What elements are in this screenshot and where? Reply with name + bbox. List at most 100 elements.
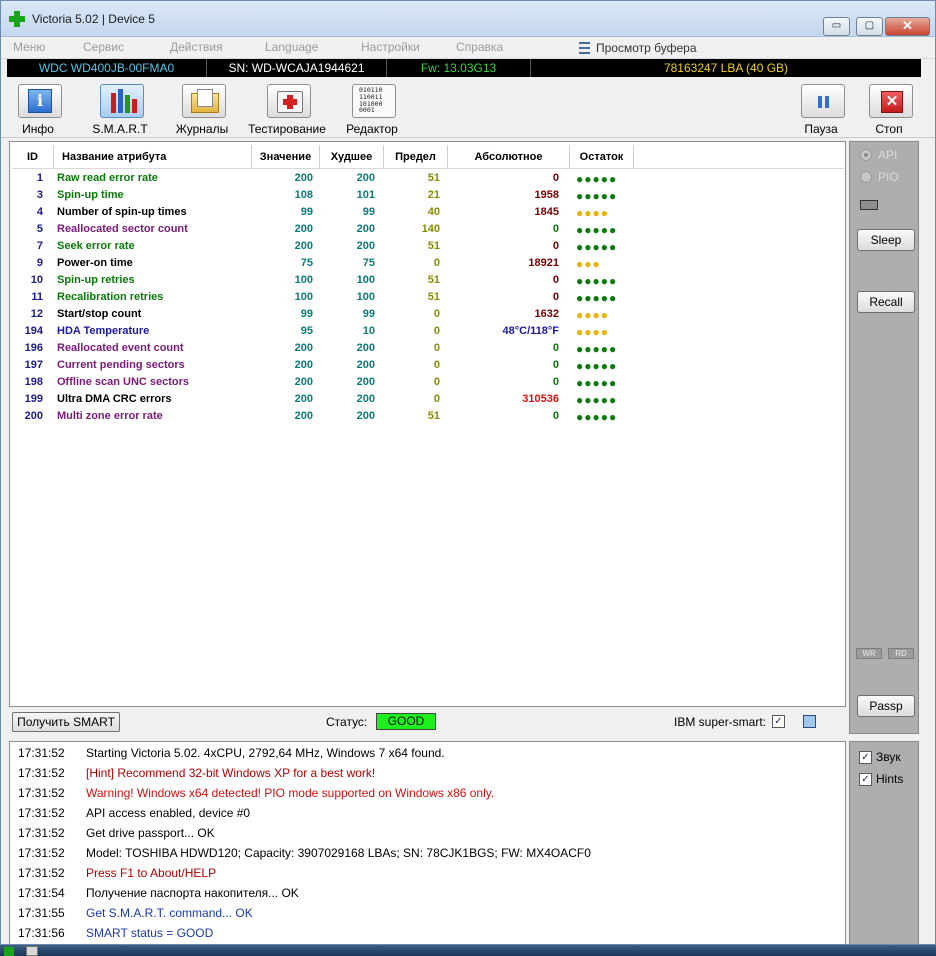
smart-row[interactable]: 10 Spin-up retries 100 100 51 0 ●●●●● <box>10 272 842 289</box>
smart-row[interactable]: 3 Spin-up time 108 101 21 1958 ●●●●● <box>10 187 842 204</box>
smart-cell-id: 10 <box>30 274 43 286</box>
smart-cell-raw: 18921 <box>528 257 559 269</box>
first-aid-kit-icon <box>267 84 311 118</box>
maximize-button[interactable]: ▢ <box>856 17 883 36</box>
log-time: 17:31:52 <box>18 806 65 820</box>
smart-cell-value: 100 <box>294 291 313 303</box>
smart-cell-worst: 200 <box>356 393 375 405</box>
smart-row[interactable]: 5 Reallocated sector count 200 200 140 0 ●●●●● <box>10 221 842 238</box>
smart-row[interactable]: 11 Recalibration retries 100 100 51 0 ●●●●● <box>10 289 842 306</box>
smart-cell-dots: ●●●●● <box>576 393 618 407</box>
sound-checkbox[interactable]: ✓ <box>859 751 872 764</box>
smart-row[interactable]: 196 Reallocated event count 200 200 0 0 ●●●●● <box>10 340 842 357</box>
testing-button[interactable]: Тестирование <box>247 82 327 136</box>
stop-icon: ✕ <box>869 84 913 118</box>
smart-cell-threshold: 51 <box>427 410 440 422</box>
title-bar[interactable]: Victoria 5.02 | Device 5 ▭ ▢ ✕ <box>1 1 935 37</box>
smart-cell-raw: 1958 <box>534 189 559 201</box>
smart-button[interactable]: S.M.A.R.T <box>80 82 160 136</box>
log-time: 17:31:52 <box>18 786 65 800</box>
taskbar <box>0 945 936 956</box>
smart-cell-raw: 310536 <box>522 393 559 405</box>
minimize-button[interactable]: ▭ <box>823 17 850 36</box>
pio-radio[interactable] <box>860 171 872 183</box>
smart-cell-dots: ●●●●● <box>576 223 618 237</box>
api-radio[interactable] <box>860 149 872 161</box>
smart-row[interactable]: 194 HDA Temperature 95 10 0 48°C/118°F ●●●● <box>10 323 842 340</box>
log-panel[interactable]: 17:31:52 Starting Victoria 5.02. 4xCPU, 2… <box>9 741 846 944</box>
smart-cell-dots: ●●●● <box>576 308 609 322</box>
sound-label: Звук <box>876 750 901 764</box>
smart-cell-raw: 0 <box>552 274 559 286</box>
smart-row[interactable]: 199 Ultra DMA CRC errors 200 200 0 310536 ●●●●… <box>10 391 842 408</box>
menu-settings[interactable]: Настройки <box>361 40 420 54</box>
taskbar-button[interactable] <box>26 946 38 956</box>
menu-buffer-view[interactable]: Просмотр буфера <box>596 41 697 55</box>
smart-cell-name: Power-on time <box>57 257 133 269</box>
smart-cell-worst: 200 <box>356 240 375 252</box>
col-value[interactable]: Значение <box>252 145 320 169</box>
stop-button[interactable]: ✕ Стоп <box>849 82 929 136</box>
smart-cell-id: 12 <box>30 308 43 320</box>
passp-button[interactable]: Passp <box>857 695 915 717</box>
api-label: API <box>878 148 898 162</box>
taskbar-victoria-icon[interactable] <box>4 947 14 956</box>
col-id[interactable]: ID <box>12 145 54 169</box>
col-remaining[interactable]: Остаток <box>570 145 634 169</box>
menu-language[interactable]: Language <box>265 40 318 54</box>
journals-button[interactable]: Журналы <box>162 82 242 136</box>
smart-cell-threshold: 0 <box>433 376 440 388</box>
info-button[interactable]: i Инфо <box>1 82 78 136</box>
buffer-list-icon[interactable] <box>579 42 590 54</box>
log-time: 17:31:55 <box>18 906 65 920</box>
smart-table-panel: ID Название атрибута Значение Худшее Пре… <box>9 141 846 707</box>
smart-row[interactable]: 197 Current pending sectors 200 200 0 0 ●●●●● <box>10 357 842 374</box>
col-threshold[interactable]: Предел <box>384 145 448 169</box>
smart-cell-raw: 0 <box>552 291 559 303</box>
smart-cell-raw: 1845 <box>534 206 559 218</box>
smart-cell-raw: 0 <box>552 410 559 422</box>
smart-cell-worst: 200 <box>356 172 375 184</box>
smart-cell-raw: 0 <box>552 376 559 388</box>
menu-help[interactable]: Справка <box>456 40 503 54</box>
menu-actions[interactable]: Действия <box>170 40 223 54</box>
col-raw[interactable]: Абсолютное <box>448 145 570 169</box>
get-smart-button[interactable]: Получить SMART <box>12 712 120 732</box>
smart-cell-value: 200 <box>294 342 313 354</box>
smart-row[interactable]: 4 Number of spin-up times 99 99 40 1845 ●●●● <box>10 204 842 221</box>
smart-cell-name: Seek error rate <box>57 240 135 252</box>
log-message: Press F1 to About/HELP <box>86 866 217 880</box>
smart-row[interactable]: 7 Seek error rate 200 200 51 0 ●●●●● <box>10 238 842 255</box>
editor-button[interactable]: 010110 110011 101000 0001 Редактор <box>332 82 412 136</box>
smart-cell-dots: ●●●●● <box>576 410 618 424</box>
smart-cell-value: 200 <box>294 376 313 388</box>
smart-cell-threshold: 0 <box>433 342 440 354</box>
menu-service[interactable]: Сервис <box>83 40 124 54</box>
smart-cell-threshold: 51 <box>427 291 440 303</box>
wr-indicator: WR <box>856 648 882 659</box>
smart-cell-worst: 75 <box>362 257 375 269</box>
close-button[interactable]: ✕ <box>885 17 930 36</box>
smart-row[interactable]: 200 Multi zone error rate 200 200 51 0 ●●●●● <box>10 408 842 425</box>
smart-row[interactable]: 9 Power-on time 75 75 0 18921 ●●● <box>10 255 842 272</box>
smart-table-header: ID Название атрибута Значение Худшее Пре… <box>12 145 844 169</box>
col-worst[interactable]: Худшее <box>320 145 384 169</box>
menu-main[interactable]: Меню <box>13 40 45 54</box>
smart-cell-dots: ●●●●● <box>576 189 618 203</box>
hints-checkbox[interactable]: ✓ <box>859 773 872 786</box>
ibm-super-smart-checkbox[interactable]: ✓ <box>772 715 785 728</box>
smart-cell-worst: 100 <box>356 274 375 286</box>
col-name[interactable]: Название атрибута <box>54 145 252 169</box>
binary-editor-icon: 010110 110011 101000 0001 <box>352 84 396 118</box>
smart-cell-value: 200 <box>294 393 313 405</box>
smart-cell-threshold: 0 <box>433 393 440 405</box>
sleep-button[interactable]: Sleep <box>857 229 915 251</box>
color-indicator-box[interactable] <box>803 715 816 728</box>
recall-button[interactable]: Recall <box>857 291 915 313</box>
smart-row[interactable]: 198 Offline scan UNC sectors 200 200 0 0 ●●●●● <box>10 374 842 391</box>
smart-cell-value: 200 <box>294 223 313 235</box>
smart-cell-name: Spin-up time <box>57 189 124 201</box>
smart-row[interactable]: 12 Start/stop count 99 99 0 1632 ●●●● <box>10 306 842 323</box>
smart-row[interactable]: 1 Raw read error rate 200 200 51 0 ●●●●● <box>10 170 842 187</box>
log-message: Get drive passport... OK <box>86 826 215 840</box>
